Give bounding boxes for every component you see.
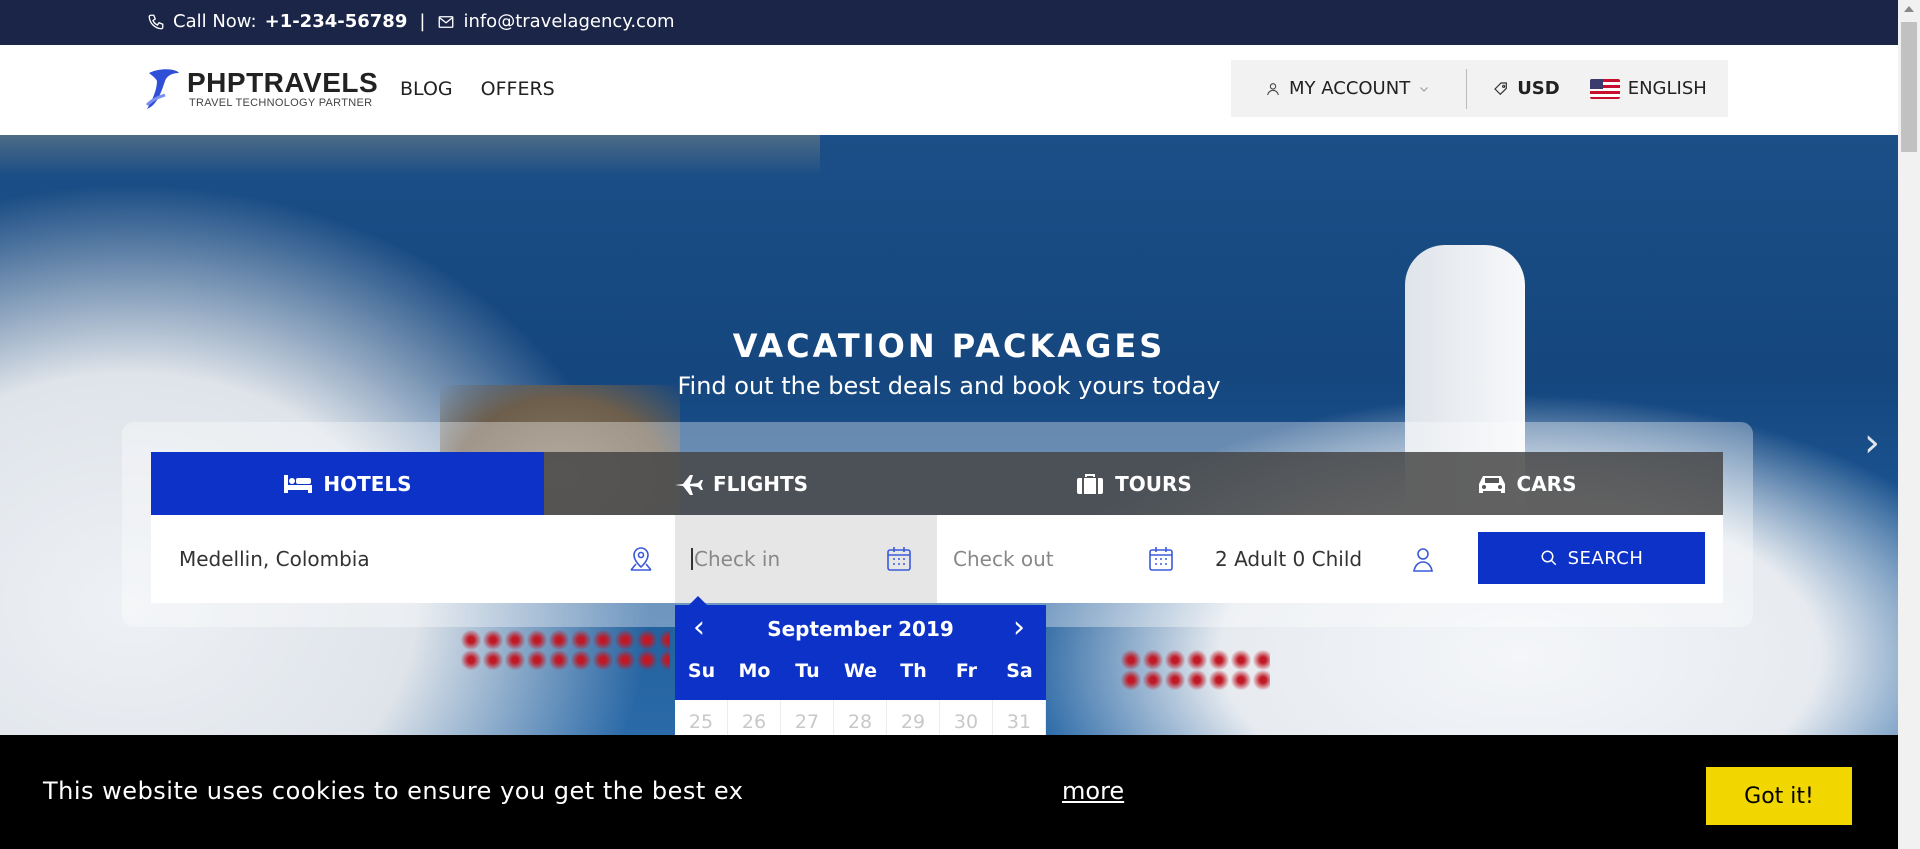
search-button-label: SEARCH: [1567, 547, 1644, 569]
tab-tours-label: TOURS: [1115, 471, 1192, 496]
main-nav: BLOG OFFERS: [400, 78, 555, 100]
email-link[interactable]: info@travelagency.com: [463, 11, 674, 32]
datepicker-pointer: [689, 596, 707, 605]
checkout-field[interactable]: Check out: [937, 515, 1199, 603]
checkout-placeholder: Check out: [953, 547, 1054, 571]
destination-value: Medellin, Colombia: [179, 547, 370, 571]
search-tabs: HOTELS FLIGHTS TOURS CARS: [151, 452, 1723, 515]
bed-icon: [284, 474, 313, 493]
weekday-label: Mo: [738, 660, 771, 682]
site-logo[interactable]: PHPTRAVELS TRAVEL TECHNOLOGY PARTNER: [143, 65, 378, 113]
call-label: Call Now:: [173, 11, 257, 32]
tag-icon: [1494, 81, 1508, 95]
logo-mark-icon: [145, 69, 179, 109]
suitcase-icon: [1077, 473, 1104, 494]
checkin-field[interactable]: Check in: [675, 515, 937, 603]
my-account-dropdown[interactable]: MY ACCOUNT: [1265, 78, 1430, 99]
checkin-placeholder: Check in: [694, 547, 781, 571]
phone-icon: [148, 14, 164, 29]
tab-tours[interactable]: TOURS: [937, 452, 1330, 515]
guests-value: 2 Adult 0 Child: [1215, 547, 1363, 571]
datepicker-weekdays: Su Mo Tu We Th Fr Sa: [675, 660, 1046, 682]
tab-cars-label: CARS: [1516, 471, 1577, 496]
slider-next-arrow[interactable]: ›: [1864, 423, 1880, 463]
weekday-label: Fr: [955, 660, 978, 682]
text-caret: [691, 548, 693, 570]
currency-label: USD: [1517, 78, 1560, 99]
plane-icon: [674, 474, 703, 495]
datepicker-header: ‹ September 2019 › Su Mo Tu We Th Fr Sa: [675, 605, 1046, 700]
location-pin-icon: [630, 547, 652, 571]
datepicker-month: September 2019: [767, 617, 954, 641]
language-label: ENGLISH: [1627, 78, 1707, 99]
hero-cliffs: [0, 135, 820, 175]
my-account-label: MY ACCOUNT: [1289, 78, 1411, 99]
car-icon: [1478, 475, 1505, 493]
account-toolbar: MY ACCOUNT USD ENGLISH: [1231, 60, 1728, 117]
mail-icon: [439, 15, 454, 28]
destination-field[interactable]: Medellin, Colombia: [151, 515, 675, 603]
slider-prev-arrow[interactable]: ‹: [14, 423, 30, 463]
scrollbar-thumb[interactable]: [1901, 22, 1917, 152]
currency-selector[interactable]: USD: [1493, 78, 1560, 99]
chevron-down-icon: [1420, 86, 1429, 92]
cookie-accept-button[interactable]: Got it!: [1706, 767, 1852, 825]
cookie-banner: This website uses cookies to ensure you …: [0, 735, 1898, 849]
top-bar: Call Now: +1-234-56789 | info@travelagen…: [0, 0, 1898, 45]
nav-offers[interactable]: OFFERS: [481, 78, 555, 100]
us-flag-icon: [1589, 78, 1620, 99]
contact-info: Call Now: +1-234-56789 | info@travelagen…: [147, 11, 675, 32]
weekday-label: Th: [900, 660, 927, 682]
guests-field[interactable]: 2 Adult 0 Child: [1199, 515, 1459, 603]
phone-number[interactable]: +1-234-56789: [265, 11, 408, 32]
hero-title: VACATION PACKAGES: [732, 327, 1166, 365]
language-selector[interactable]: ENGLISH: [1589, 78, 1707, 99]
cookie-message: This website uses cookies to ensure you …: [43, 777, 744, 805]
hero-flowers-left: [460, 630, 670, 670]
datepicker-next-button[interactable]: ›: [1013, 613, 1025, 643]
site-header: PHPTRAVELS TRAVEL TECHNOLOGY PARTNER BLO…: [0, 45, 1898, 135]
tab-cars[interactable]: CARS: [1330, 452, 1723, 515]
tab-flights[interactable]: FLIGHTS: [544, 452, 937, 515]
calendar-icon: [887, 547, 911, 571]
weekday-label: Su: [687, 660, 716, 682]
cookie-learn-more-link[interactable]: more: [1062, 777, 1124, 805]
tab-hotels[interactable]: HOTELS: [151, 452, 544, 515]
search-button[interactable]: SEARCH: [1478, 532, 1705, 584]
weekday-label: We: [843, 660, 878, 682]
user-icon: [1413, 548, 1433, 572]
scroll-up-arrow-icon[interactable]: [1904, 6, 1914, 12]
tab-flights-label: FLIGHTS: [712, 471, 809, 496]
calendar-icon: [1149, 547, 1173, 571]
page-scrollbar[interactable]: [1898, 0, 1920, 849]
hero-flowers-right: [1120, 650, 1270, 690]
toolbar-divider: [1466, 68, 1468, 109]
logo-subtitle: TRAVEL TECHNOLOGY PARTNER: [189, 97, 373, 109]
hero-subtitle: Find out the best deals and book yours t…: [677, 372, 1221, 400]
logo-title: PHPTRAVELS: [187, 67, 379, 98]
weekday-label: Tu: [795, 660, 820, 682]
user-icon: [1267, 82, 1279, 95]
weekday-label: Sa: [1006, 660, 1033, 682]
nav-blog[interactable]: BLOG: [400, 78, 453, 100]
search-icon: [1541, 550, 1556, 566]
hotel-search-form: Medellin, Colombia Check in Check out 2 …: [151, 515, 1723, 603]
tab-hotels-label: HOTELS: [323, 471, 412, 496]
contact-divider: |: [419, 11, 426, 32]
